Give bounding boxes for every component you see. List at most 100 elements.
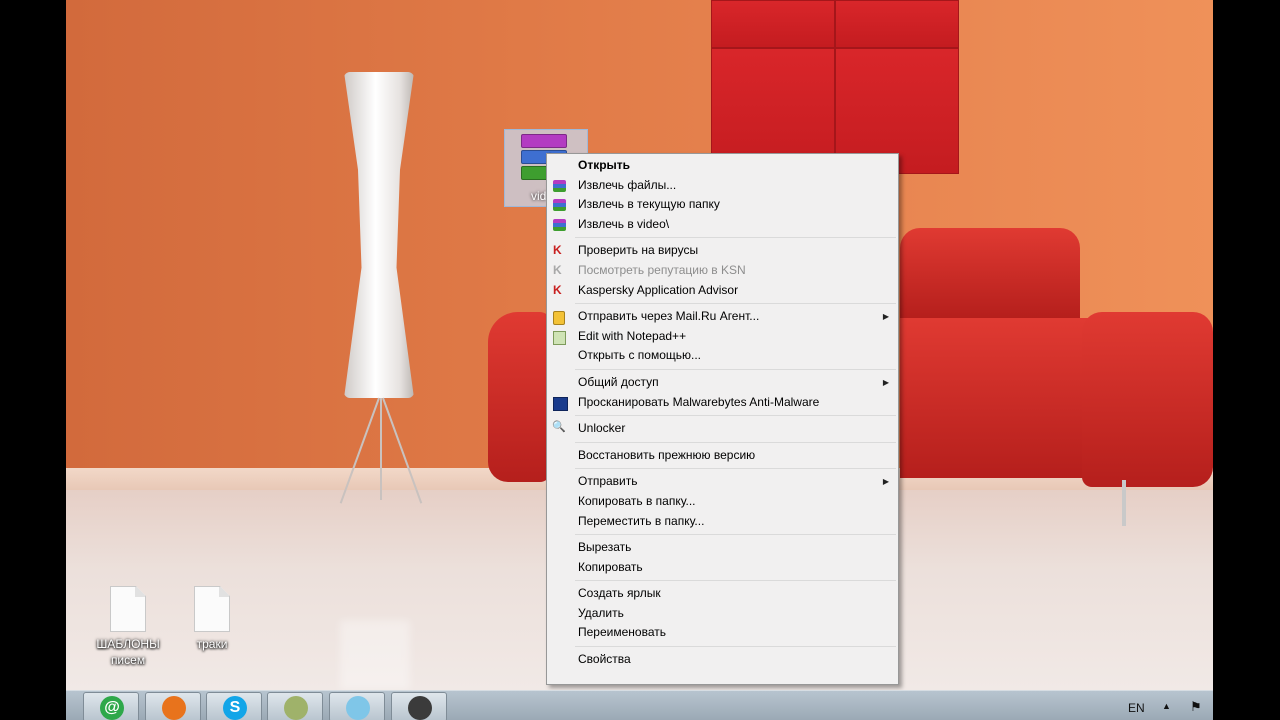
winrar-icon xyxy=(553,218,566,231)
menu-item-label: Вырезать xyxy=(578,540,632,555)
menu-item[interactable]: Edit with Notepad++ xyxy=(547,327,898,347)
winrar-icon xyxy=(553,179,566,192)
menu-item-label: Создать ярлык xyxy=(578,586,661,601)
menu-item[interactable]: Общий доступ ▶ xyxy=(547,373,898,393)
desktop-icon-templates[interactable]: ШАБЛОНЫ писем xyxy=(88,586,168,668)
menu-item[interactable]: Посмотреть репутацию в KSN xyxy=(547,261,898,281)
taskbar-button[interactable] xyxy=(329,692,385,720)
menu-item-label: Отправить через Mail.Ru Агент... xyxy=(578,309,760,324)
taskbar-button[interactable] xyxy=(267,692,323,720)
menu-item[interactable]: Извлечь файлы... xyxy=(547,176,898,196)
wallpaper-sofa-leg xyxy=(1122,480,1126,526)
menu-item-label: Извлечь в video\ xyxy=(578,216,670,231)
selected-file-name: vid xyxy=(531,189,547,203)
desktop-icon-traki[interactable]: траки xyxy=(172,586,252,652)
menu-item-label: Unlocker xyxy=(578,421,626,436)
menu-item-label: Свойства xyxy=(578,652,631,667)
menu-item[interactable]: Восстановить прежнюю версию xyxy=(547,446,898,466)
menu-item[interactable]: Открыть с помощью... xyxy=(547,346,898,366)
wallpaper-reflection xyxy=(340,620,410,690)
desktop-screen: ШАБЛОНЫ писем траки vid Открыть Извлечь ф… xyxy=(0,0,1280,720)
document-icon xyxy=(110,586,146,632)
menu-item-label: Удалить xyxy=(578,605,624,620)
wallpaper-lamp-leg xyxy=(380,398,382,500)
menu-separator xyxy=(575,468,896,470)
menu-item[interactable]: Удалить xyxy=(547,604,898,624)
menu-item[interactable]: Создать ярлык xyxy=(547,584,898,604)
menu-item[interactable]: Просканировать Malwarebytes Anti-Malware xyxy=(547,393,898,413)
menu-separator xyxy=(575,368,896,370)
notepadpp-icon xyxy=(553,330,566,345)
menu-item[interactable]: Unlocker xyxy=(547,418,898,439)
menu-item-label: Посмотреть репутацию в KSN xyxy=(578,262,746,277)
submenu-arrow-icon: ▶ xyxy=(882,477,889,487)
menu-item[interactable]: Отправить через Mail.Ru Агент... ▶ xyxy=(547,307,898,327)
menu-item[interactable]: Kaspersky Application Advisor xyxy=(547,281,898,301)
menu-item-label: Kaspersky Application Advisor xyxy=(578,282,739,297)
wallpaper-sofa-back xyxy=(900,228,1080,318)
notepad-icon xyxy=(346,696,370,720)
menu-item-label: Копировать в папку... xyxy=(578,493,696,508)
mailru-agent-icon: @ xyxy=(100,696,124,720)
menu-item-label: Открыть с помощью... xyxy=(578,348,702,363)
menu-separator xyxy=(575,441,896,443)
menu-item[interactable]: Извлечь в текущую папку xyxy=(547,195,898,215)
document-icon xyxy=(194,586,230,632)
menu-item[interactable]: Переименовать xyxy=(547,623,898,643)
menu-item-label: Извлечь файлы... xyxy=(578,177,677,192)
show-hidden-icons-icon[interactable]: ▲ xyxy=(1162,701,1171,711)
wallpaper-sofa-arm xyxy=(1082,312,1213,487)
menu-item-label: Открыть xyxy=(578,158,631,172)
kaspersky-icon xyxy=(553,241,566,261)
letterbox-left xyxy=(0,0,66,720)
menu-item-label: Переместить в папку... xyxy=(578,513,705,528)
menu-item-label: Отправить xyxy=(578,474,638,489)
wallpaper-sofa-seat xyxy=(900,318,1110,478)
winamp-icon xyxy=(284,696,308,720)
submenu-arrow-icon: ▶ xyxy=(882,377,889,387)
menu-item-label: Общий доступ xyxy=(578,374,659,389)
mailru-agent-icon xyxy=(553,311,565,326)
kaspersky-icon xyxy=(553,261,566,281)
menu-item[interactable]: Отправить ▶ xyxy=(547,472,898,492)
menu-item[interactable]: Переместить в папку... xyxy=(547,512,898,532)
menu-separator xyxy=(575,237,896,239)
taskbar: @ S EN ▲ ⚑ xyxy=(66,690,1213,720)
menu-item-label: Переименовать xyxy=(578,625,666,640)
menu-item[interactable]: Извлечь в video\ xyxy=(547,215,898,235)
menu-item[interactable]: Свойства xyxy=(547,650,898,670)
menu-separator xyxy=(575,303,896,305)
wallpaper-shelf xyxy=(835,0,959,48)
menu-item-label: Восстановить прежнюю версию xyxy=(578,447,756,462)
menu-item-label: Проверить на вирусы xyxy=(578,243,699,258)
taskbar-button[interactable] xyxy=(145,692,201,720)
skype-icon: S xyxy=(223,696,247,720)
menu-item[interactable]: Копировать xyxy=(547,558,898,578)
kaspersky-icon xyxy=(553,281,566,301)
menu-separator xyxy=(575,534,896,536)
wallpaper-sofa-arm xyxy=(488,312,550,482)
menu-separator xyxy=(575,415,896,417)
unlocker-icon xyxy=(552,418,566,438)
winrar-icon xyxy=(553,199,566,212)
taskbar-button[interactable]: @ xyxy=(83,692,139,720)
menu-item[interactable]: Вырезать xyxy=(547,538,898,558)
language-indicator[interactable]: EN xyxy=(1128,701,1145,715)
menu-separator xyxy=(575,646,896,648)
context-menu: Открыть Извлечь файлы... Извлечь в текущую… xyxy=(546,153,899,685)
firefox-icon xyxy=(162,696,186,720)
menu-item[interactable]: Проверить на вирусы xyxy=(547,241,898,261)
desktop-icon-label: ШАБЛОНЫ писем xyxy=(96,637,160,667)
menu-separator xyxy=(575,580,896,582)
menu-item-label: Edit with Notepad++ xyxy=(578,328,687,343)
submenu-arrow-icon: ▶ xyxy=(882,312,889,322)
menu-item[interactable]: Копировать в папку... xyxy=(547,492,898,512)
action-center-flag-icon[interactable]: ⚑ xyxy=(1190,699,1202,715)
menu-item[interactable]: Открыть xyxy=(547,156,898,176)
camera-app-icon xyxy=(408,696,432,720)
taskbar-button[interactable] xyxy=(391,692,447,720)
taskbar-button[interactable]: S xyxy=(206,692,262,720)
menu-item-label: Копировать xyxy=(578,559,643,574)
menu-item-label: Извлечь в текущую папку xyxy=(578,197,720,212)
malwarebytes-icon xyxy=(553,396,568,411)
